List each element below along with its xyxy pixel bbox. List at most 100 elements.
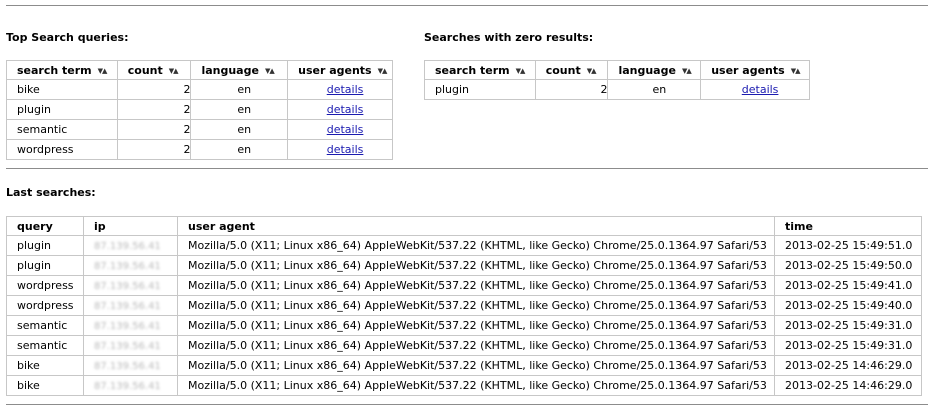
user-agent-cell: Mozilla/5.0 (X11; Linux x86_64) AppleWeb… <box>177 295 775 316</box>
search-term-cell: bike <box>6 79 118 100</box>
query-cell: bike <box>6 375 84 396</box>
table-row: semantic 87.139.56.41 Mozilla/5.0 (X11; … <box>6 335 922 356</box>
user-agent-cell: Mozilla/5.0 (X11; Linux x86_64) AppleWeb… <box>177 315 775 336</box>
language-cell: en <box>190 79 289 100</box>
details-link[interactable]: details <box>327 103 364 116</box>
column-header-ip[interactable]: ip <box>83 216 178 236</box>
column-header-search-term[interactable]: search term ▼▲ <box>6 60 118 80</box>
top-queries-heading: Top Search queries: <box>6 31 129 44</box>
time-cell: 2013-02-25 15:49:51.0 <box>774 235 922 256</box>
table-row: wordpress 87.139.56.41 Mozilla/5.0 (X11;… <box>6 295 922 316</box>
table-row: semantic 87.139.56.41 Mozilla/5.0 (X11; … <box>6 315 922 336</box>
details-link[interactable]: details <box>742 83 779 96</box>
column-header-count[interactable]: count ▼▲ <box>116 60 192 80</box>
user-agents-cell: details <box>287 99 393 120</box>
ip-address: 87.139.56.41 <box>94 261 161 272</box>
last-searches-table: query ip user agent time plugin 87.139.5… <box>6 216 922 396</box>
ip-cell: 87.139.56.41 <box>83 355 178 376</box>
top-queries-header-row: search term ▼▲ count ▼▲ language ▼▲ user ag… <box>6 60 393 80</box>
query-cell: semantic <box>6 315 84 336</box>
search-term-cell: semantic <box>6 119 118 140</box>
user-agent-cell: Mozilla/5.0 (X11; Linux x86_64) AppleWeb… <box>177 275 775 296</box>
top-divider <box>6 5 928 6</box>
count-cell: 2 <box>116 79 192 100</box>
middle-divider <box>6 168 928 169</box>
query-cell: wordpress <box>6 295 84 316</box>
ip-cell: 87.139.56.41 <box>83 275 178 296</box>
column-header-user-agents[interactable]: user agents ▼▲ <box>700 60 810 80</box>
query-cell: wordpress <box>6 275 84 296</box>
table-row: wordpress 87.139.56.41 Mozilla/5.0 (X11;… <box>6 275 922 296</box>
search-term-cell: plugin <box>6 99 118 120</box>
column-header-query[interactable]: query <box>6 216 84 236</box>
query-cell: bike <box>6 355 84 376</box>
sort-arrows-icon[interactable]: ▼▲ <box>791 67 801 75</box>
ip-address: 87.139.56.41 <box>94 381 161 392</box>
sort-arrows-icon[interactable]: ▼▲ <box>682 67 692 75</box>
ip-address: 87.139.56.41 <box>94 281 161 292</box>
language-cell: en <box>190 139 289 160</box>
user-agents-cell: details <box>700 79 810 100</box>
language-cell: en <box>607 79 702 100</box>
time-cell: 2013-02-25 14:46:29.0 <box>774 355 922 376</box>
column-header-language[interactable]: language ▼▲ <box>607 60 702 80</box>
sort-arrows-icon[interactable]: ▼▲ <box>516 67 526 75</box>
zero-results-heading: Searches with zero results: <box>424 31 594 44</box>
language-cell: en <box>190 99 289 120</box>
query-cell: semantic <box>6 335 84 356</box>
ip-cell: 87.139.56.41 <box>83 255 178 276</box>
user-agent-cell: Mozilla/5.0 (X11; Linux x86_64) AppleWeb… <box>177 335 775 356</box>
time-cell: 2013-02-25 14:46:29.0 <box>774 375 922 396</box>
ip-cell: 87.139.56.41 <box>83 235 178 256</box>
ip-address: 87.139.56.41 <box>94 321 161 332</box>
details-link[interactable]: details <box>327 143 364 156</box>
table-row: bike 87.139.56.41 Mozilla/5.0 (X11; Linu… <box>6 375 922 396</box>
column-header-time[interactable]: time <box>774 216 922 236</box>
user-agent-cell: Mozilla/5.0 (X11; Linux x86_64) AppleWeb… <box>177 255 775 276</box>
details-link[interactable]: details <box>327 123 364 136</box>
table-row: plugin 87.139.56.41 Mozilla/5.0 (X11; Li… <box>6 255 922 276</box>
time-cell: 2013-02-25 15:49:50.0 <box>774 255 922 276</box>
count-cell: 2 <box>534 79 609 100</box>
user-agent-cell: Mozilla/5.0 (X11; Linux x86_64) AppleWeb… <box>177 235 775 256</box>
sort-arrows-icon[interactable]: ▼▲ <box>587 67 597 75</box>
time-cell: 2013-02-25 15:49:31.0 <box>774 315 922 336</box>
table-row: plugin 2 en details <box>6 99 393 120</box>
column-header-user-agent[interactable]: user agent <box>177 216 775 236</box>
time-cell: 2013-02-25 15:49:41.0 <box>774 275 922 296</box>
table-row: bike 87.139.56.41 Mozilla/5.0 (X11; Linu… <box>6 355 922 376</box>
sort-arrows-icon[interactable]: ▼▲ <box>265 67 275 75</box>
zero-results-table: search term ▼▲ count ▼▲ language ▼▲ user ag… <box>424 60 810 100</box>
ip-address: 87.139.56.41 <box>94 241 161 252</box>
details-link[interactable]: details <box>327 83 364 96</box>
column-header-count[interactable]: count ▼▲ <box>534 60 609 80</box>
column-header-user-agents[interactable]: user agents ▼▲ <box>287 60 393 80</box>
search-term-cell: wordpress <box>6 139 118 160</box>
column-header-language[interactable]: language ▼▲ <box>190 60 289 80</box>
sort-arrows-icon[interactable]: ▼▲ <box>169 67 179 75</box>
user-agents-cell: details <box>287 79 393 100</box>
ip-cell: 87.139.56.41 <box>83 315 178 336</box>
count-cell: 2 <box>116 119 192 140</box>
count-cell: 2 <box>116 139 192 160</box>
ip-address: 87.139.56.41 <box>94 361 161 372</box>
zero-results-header-row: search term ▼▲ count ▼▲ language ▼▲ user ag… <box>424 60 810 80</box>
ip-cell: 87.139.56.41 <box>83 335 178 356</box>
ip-cell: 87.139.56.41 <box>83 295 178 316</box>
query-cell: plugin <box>6 255 84 276</box>
ip-cell: 87.139.56.41 <box>83 375 178 396</box>
table-row: bike 2 en details <box>6 79 393 100</box>
user-agent-cell: Mozilla/5.0 (X11; Linux x86_64) AppleWeb… <box>177 375 775 396</box>
language-cell: en <box>190 119 289 140</box>
table-row: wordpress 2 en details <box>6 139 393 160</box>
table-row: semantic 2 en details <box>6 119 393 140</box>
column-header-search-term[interactable]: search term ▼▲ <box>424 60 536 80</box>
sort-arrows-icon[interactable]: ▼▲ <box>378 67 388 75</box>
ip-address: 87.139.56.41 <box>94 341 161 352</box>
sort-arrows-icon[interactable]: ▼▲ <box>98 67 108 75</box>
count-cell: 2 <box>116 99 192 120</box>
user-agents-cell: details <box>287 119 393 140</box>
query-cell: plugin <box>6 235 84 256</box>
last-searches-header-row: query ip user agent time <box>6 216 922 236</box>
table-row: plugin 2 en details <box>424 79 810 100</box>
